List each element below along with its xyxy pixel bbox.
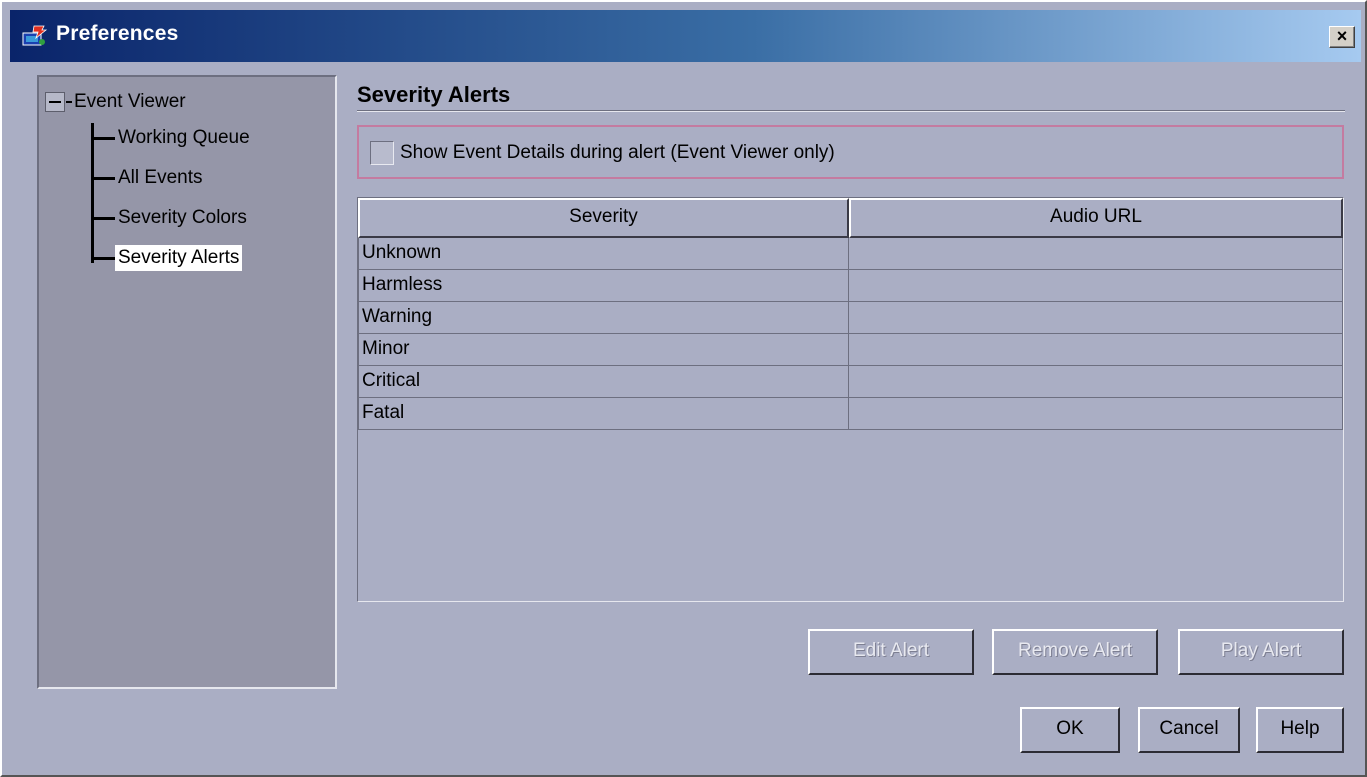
tree-node-label: Working Queue <box>118 127 250 148</box>
title-bar[interactable]: Preferences × <box>10 10 1361 62</box>
audio-url-cell[interactable] <box>849 270 1343 301</box>
audio-url-cell[interactable] <box>849 238 1343 269</box>
audio-url-cell[interactable] <box>849 366 1343 397</box>
table-row[interactable]: Minor <box>358 334 1343 366</box>
show-details-option-group: Show Event Details during alert (Event V… <box>357 125 1344 179</box>
tree-connector <box>66 101 72 103</box>
severity-alerts-table: Severity Audio URL Unknown Harmless Warn… <box>357 197 1344 602</box>
window-title: Preferences <box>56 22 179 45</box>
edit-alert-button[interactable]: Edit Alert <box>808 629 974 675</box>
table-row[interactable]: Critical <box>358 366 1343 398</box>
ok-button[interactable]: OK <box>1020 707 1120 753</box>
audio-url-cell[interactable] <box>849 398 1343 429</box>
cancel-button[interactable]: Cancel <box>1138 707 1240 753</box>
show-details-label[interactable]: Show Event Details during alert (Event V… <box>400 142 835 164</box>
column-header-audio-url[interactable]: Audio URL <box>849 198 1343 238</box>
tree-connector <box>91 176 115 180</box>
severity-cell[interactable]: Unknown <box>358 238 849 269</box>
table-body: Unknown Harmless Warning Minor Critical … <box>358 238 1343 430</box>
tree-node-severity-alerts[interactable]: Severity Alerts <box>91 243 243 273</box>
severity-cell[interactable]: Minor <box>358 334 849 365</box>
table-row[interactable]: Harmless <box>358 270 1343 302</box>
tree-node-working-queue[interactable]: Working Queue <box>91 123 253 153</box>
preferences-app-icon <box>22 25 48 46</box>
tree-node-event-viewer[interactable]: Event Viewer <box>45 91 186 113</box>
tree-node-label: Event Viewer <box>74 91 186 112</box>
tree-node-label: Severity Alerts <box>115 245 243 271</box>
remove-alert-button[interactable]: Remove Alert <box>992 629 1158 675</box>
table-row[interactable]: Fatal <box>358 398 1343 430</box>
collapse-icon[interactable] <box>45 92 65 112</box>
play-alert-button[interactable]: Play Alert <box>1178 629 1344 675</box>
table-row[interactable]: Unknown <box>358 238 1343 270</box>
audio-url-cell[interactable] <box>849 334 1343 365</box>
preferences-window: Preferences × Event Viewer Working Queue… <box>0 0 1367 777</box>
column-header-severity[interactable]: Severity <box>358 198 849 238</box>
severity-cell[interactable]: Fatal <box>358 398 849 429</box>
tree-connector <box>91 136 115 140</box>
tree-connector <box>91 216 115 220</box>
table-header: Severity Audio URL <box>358 198 1343 238</box>
section-divider <box>357 110 1345 112</box>
tree-connector <box>91 256 115 260</box>
severity-cell[interactable]: Critical <box>358 366 849 397</box>
tree-node-label: Severity Colors <box>118 207 247 228</box>
preferences-tree: Event Viewer Working Queue All Events Se… <box>37 75 337 689</box>
close-icon: × <box>1336 26 1348 46</box>
close-button[interactable]: × <box>1329 26 1355 48</box>
tree-node-severity-colors[interactable]: Severity Colors <box>91 203 250 233</box>
severity-cell[interactable]: Harmless <box>358 270 849 301</box>
section-title: Severity Alerts <box>357 82 511 107</box>
tree-node-label: All Events <box>118 167 203 188</box>
show-details-checkbox[interactable] <box>370 141 394 165</box>
tree-node-all-events[interactable]: All Events <box>91 163 205 193</box>
audio-url-cell[interactable] <box>849 302 1343 333</box>
table-row[interactable]: Warning <box>358 302 1343 334</box>
severity-cell[interactable]: Warning <box>358 302 849 333</box>
help-button[interactable]: Help <box>1256 707 1344 753</box>
